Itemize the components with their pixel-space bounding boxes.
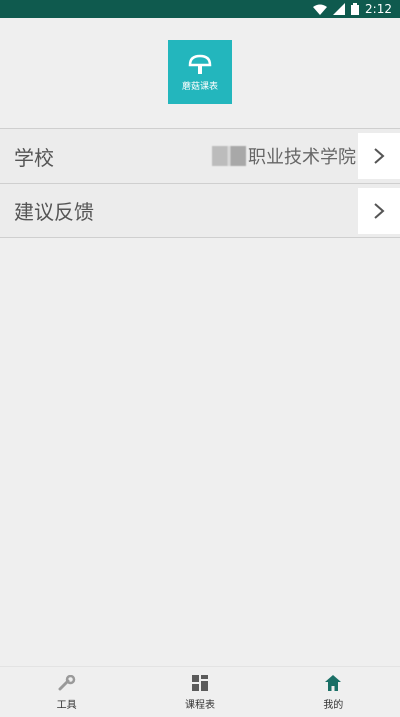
tab-tools-label: 工具 xyxy=(56,699,77,711)
tab-mine-label: 我的 xyxy=(323,699,344,711)
tab-schedule-label: 课程表 xyxy=(184,699,215,711)
settings-list: 学校 职业技术学院 建议反馈 xyxy=(0,128,400,238)
signal-icon xyxy=(333,3,346,15)
wrench-icon xyxy=(58,674,76,692)
school-value: 职业技术学院 xyxy=(212,143,356,169)
bottom-tab-bar: 工具 课程表 我的 xyxy=(0,666,400,717)
tab-schedule[interactable]: 课程表 xyxy=(133,667,266,717)
grid-icon xyxy=(191,674,208,692)
wifi-icon xyxy=(313,4,328,15)
tab-mine[interactable]: 我的 xyxy=(267,667,400,717)
tab-tools[interactable]: 工具 xyxy=(0,667,133,717)
home-icon xyxy=(325,674,342,692)
mushroom-icon xyxy=(188,54,212,74)
school-label: 学校 xyxy=(14,145,54,170)
status-time: 2:12 xyxy=(365,2,392,16)
logo-text: 蘑菇课表 xyxy=(181,81,218,92)
school-value-text: 职业技术学院 xyxy=(248,147,356,168)
battery-icon xyxy=(351,3,360,15)
redacted-text xyxy=(212,146,246,166)
feedback-row[interactable]: 建议反馈 xyxy=(0,183,400,238)
feedback-label: 建议反馈 xyxy=(14,200,94,224)
app-logo: 蘑菇课表 xyxy=(168,40,232,104)
chevron-right-icon[interactable] xyxy=(358,133,400,179)
chevron-right-icon[interactable] xyxy=(358,188,400,234)
status-bar: 2:12 xyxy=(0,0,400,18)
school-row[interactable]: 学校 职业技术学院 xyxy=(0,128,400,183)
